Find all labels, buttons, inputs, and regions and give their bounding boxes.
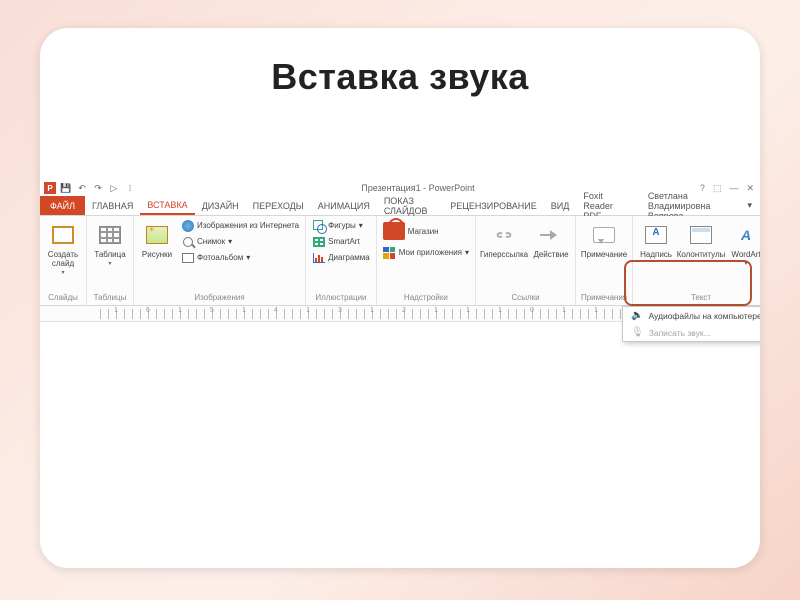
tab-review[interactable]: РЕЦЕНЗИРОВАНИЕ [443,196,544,215]
store-icon [383,222,405,240]
chart-button[interactable]: Диаграмма [310,250,372,265]
hyperlink-icon [493,228,515,242]
shapes-icon [313,220,325,232]
tab-insert[interactable]: ВСТАВКА [140,196,194,215]
qat-redo-icon[interactable]: ↷ [92,182,104,194]
group-label: Ссылки [480,291,571,305]
ribbon-insert: Создать слайд ▾ Слайды Таблица ▾ Таблицы [40,216,760,306]
group-images: Рисунки Изображения из Интернета Снимок … [134,216,306,305]
header-footer-button[interactable]: Колонтитулы [678,218,724,260]
qat-start-slideshow-icon[interactable]: ▷ [108,182,120,194]
powerpoint-window: P 💾 ↶ ↷ ▷ ⁝ Презентация1 - PowerPoint ? … [40,180,760,348]
group-label: Изображения [138,291,301,305]
table-icon [99,226,121,244]
header-footer-icon [690,226,712,244]
shapes-button[interactable]: Фигуры ▾ [310,218,372,233]
comment-button[interactable]: Примечание [580,218,628,260]
speaker-icon: 🔈 [631,310,643,321]
screenshot-icon [183,237,193,247]
action-button[interactable]: Действие [531,218,571,260]
comment-icon [593,227,615,243]
group-text: A Надпись Колонтитулы A WordArt ▾ Текст [633,216,760,305]
photo-album-icon [182,253,194,263]
smartart-button[interactable]: SmartArt [310,234,372,249]
group-label: Таблицы [91,291,129,305]
page-title: Вставка звука [40,56,760,98]
chevron-down-icon: ▾ [108,260,111,267]
wordart-icon: A [734,226,758,244]
chevron-down-icon: ▾ [228,237,232,246]
chevron-down-icon: ▾ [61,269,64,276]
qat-customize-icon[interactable]: ⁝ [124,182,136,194]
hyperlink-button[interactable]: Гиперссылка [480,218,528,260]
group-label: Примечания [580,291,628,305]
microphone-icon: 🎙 [631,327,644,338]
tab-slideshow[interactable]: ПОКАЗ СЛАЙДОВ [377,196,443,215]
ribbon-tabs: ФАЙЛ ГЛАВНАЯ ВСТАВКА ДИЗАЙН ПЕРЕХОДЫ АНИ… [40,196,760,216]
tab-home[interactable]: ГЛАВНАЯ [85,196,140,215]
group-label: Текст [637,291,760,305]
group-label: Слайды [44,291,82,305]
app-icon: P [44,182,56,194]
online-pictures-button[interactable]: Изображения из Интернета [179,218,301,233]
chevron-down-icon: ▾ [465,248,469,257]
group-addins: Магазин Мои приложения ▾ Надстройки [377,216,476,305]
tab-animations[interactable]: АНИМАЦИЯ [311,196,377,215]
new-slide-button[interactable]: Создать слайд ▾ [44,218,82,276]
my-apps-button[interactable]: Мои приложения ▾ [381,245,471,260]
tab-foxit[interactable]: Foxit Reader PDF [576,196,639,215]
pictures-button[interactable]: Рисунки [138,218,176,260]
tab-transitions[interactable]: ПЕРЕХОДЫ [246,196,311,215]
slide-card: Вставка звука P 💾 ↶ ↷ ▷ ⁝ Презентация1 -… [40,28,760,568]
apps-icon [383,247,395,259]
chevron-down-icon: ▾ [246,253,250,262]
group-comments: Примечание Примечания [576,216,633,305]
qat-save-icon[interactable]: 💾 [60,182,72,194]
textbox-icon: A [645,226,667,244]
group-tables: Таблица ▾ Таблицы [87,216,134,305]
chevron-down-icon: ▾ [359,221,363,230]
store-button[interactable]: Магазин [381,218,471,244]
audio-from-file-item[interactable]: 🔈 Аудиофайлы на компьютере... [623,307,760,324]
group-slides: Создать слайд ▾ Слайды [40,216,87,305]
photo-album-button[interactable]: Фотоальбом ▾ [179,250,301,265]
tab-design[interactable]: ДИЗАЙН [195,196,246,215]
table-button[interactable]: Таблица ▾ [91,218,129,267]
group-links: Гиперссылка Действие Ссылки [476,216,576,305]
screenshot-button[interactable]: Снимок ▾ [179,234,301,249]
record-audio-item[interactable]: 🎙 Записать звук... [623,324,760,341]
user-dropdown-icon: ▾ [747,200,752,211]
group-label: Надстройки [381,291,471,305]
chart-icon [313,253,325,263]
tab-file[interactable]: ФАЙЛ [40,196,85,215]
smartart-icon [313,237,325,247]
textbox-button[interactable]: A Надпись [637,218,675,260]
pictures-icon [146,226,168,244]
action-icon [540,226,562,244]
chevron-down-icon: ▾ [745,260,748,267]
group-label: Иллюстрации [310,291,372,305]
audio-dropdown: 🔈 Аудиофайлы на компьютере... 🎙 Записать… [622,306,760,342]
group-illustrations: Фигуры ▾ SmartArt Диаграмма Иллюстр [306,216,377,305]
wordart-button[interactable]: A WordArt ▾ [727,218,760,267]
close-icon[interactable]: ✕ [746,183,754,194]
tab-view[interactable]: ВИД [544,196,577,215]
qat-undo-icon[interactable]: ↶ [76,182,88,194]
new-slide-icon [52,226,74,244]
globe-icon [182,220,194,232]
signed-in-user[interactable]: Светлана Владимировна Вепрева ▾ [640,196,760,215]
